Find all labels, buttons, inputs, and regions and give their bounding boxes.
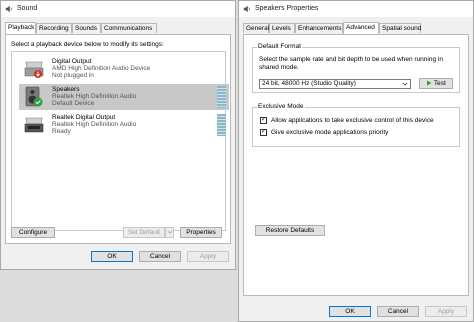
ok-button[interactable]: OK xyxy=(329,306,371,317)
sound-titlebar[interactable]: Sound xyxy=(1,1,235,17)
tab-levels[interactable]: Levels xyxy=(269,23,295,33)
speaker-icon xyxy=(243,5,250,13)
device-digital-output[interactable]: Digital Output AMD High Definition Audio… xyxy=(19,56,229,82)
device-name: Digital Output xyxy=(52,58,92,65)
test-button[interactable]: Test xyxy=(419,78,453,89)
exclusive-priority-label: Give exclusive mode applications priorit… xyxy=(271,129,389,136)
advanced-panel: Default Format Select the sample rate an… xyxy=(243,34,469,296)
play-icon xyxy=(427,80,432,86)
default-format-description: Select the sample rate and bit depth to … xyxy=(259,56,443,71)
tab-sounds[interactable]: Sounds xyxy=(72,23,101,33)
speakers-title: Speakers Properties xyxy=(255,5,319,12)
tab-advanced[interactable]: Advanced xyxy=(343,22,379,34)
tab-recording[interactable]: Recording xyxy=(36,23,72,33)
format-select[interactable]: 24 bit, 48000 Hz (Studio Quality) xyxy=(259,79,411,89)
set-default-dropdown[interactable] xyxy=(165,227,174,238)
restore-defaults-button[interactable]: Restore Defaults xyxy=(255,225,325,236)
set-default-button[interactable]: Set Default xyxy=(123,227,165,238)
device-status: Not plugged in xyxy=(52,72,94,79)
cancel-button[interactable]: Cancel xyxy=(139,251,181,262)
tab-general[interactable]: General xyxy=(243,23,269,33)
device-speakers[interactable]: Speakers Realtek High Definition Audio D… xyxy=(19,84,229,110)
sound-window: Sound Playback Recording Sounds Communic… xyxy=(0,0,236,270)
apply-button[interactable]: Apply xyxy=(425,306,467,317)
device-name: Realtek Digital Output xyxy=(52,114,116,121)
device-driver: AMD High Definition Audio Device xyxy=(52,65,151,72)
level-meter xyxy=(217,86,226,108)
speakers-titlebar[interactable]: Speakers Properties xyxy=(239,1,473,17)
tab-playback[interactable]: Playback xyxy=(5,22,36,34)
format-select-value: 24 bit, 48000 Hz (Studio Quality) xyxy=(262,80,356,87)
allow-exclusive-checkbox[interactable]: ✓ xyxy=(260,117,267,124)
tab-enhancements[interactable]: Enhancements xyxy=(295,23,343,33)
device-name: Speakers xyxy=(52,86,80,93)
device-driver: Realtek High Definition Audio xyxy=(52,121,137,128)
chevron-down-icon xyxy=(167,230,172,234)
allow-exclusive-label: Allow applications to take exclusive con… xyxy=(271,117,434,124)
default-format-title: Default Format xyxy=(257,43,302,50)
chevron-down-icon xyxy=(402,82,408,86)
tab-spatial-sound[interactable]: Spatial sound xyxy=(379,23,421,33)
playback-panel: Select a playback device below to modify… xyxy=(5,34,231,244)
device-status: Ready xyxy=(52,128,71,135)
cancel-button[interactable]: Cancel xyxy=(377,306,419,317)
exclusive-mode-title: Exclusive Mode xyxy=(257,103,305,110)
device-list[interactable]: Digital Output AMD High Definition Audio… xyxy=(11,51,229,231)
default-format-group: Default Format Select the sample rate an… xyxy=(252,43,460,93)
speaker-icon xyxy=(5,5,12,13)
playback-instruction: Select a playback device below to modify… xyxy=(11,41,164,48)
digital-output-icon xyxy=(24,61,44,78)
tab-communications[interactable]: Communications xyxy=(101,23,157,33)
test-label: Test xyxy=(433,80,446,87)
speakers-properties-window: Speakers Properties General Levels Enhan… xyxy=(238,0,474,322)
device-driver: Realtek High Definition Audio xyxy=(52,93,137,100)
device-realtek-digital-output[interactable]: Realtek Digital Output Realtek High Defi… xyxy=(19,112,229,138)
speakers-icon xyxy=(25,86,43,107)
ok-button[interactable]: OK xyxy=(91,251,133,262)
properties-button[interactable]: Properties xyxy=(180,227,222,238)
sound-title: Sound xyxy=(17,5,38,12)
level-meter xyxy=(217,114,226,136)
digital-output-icon xyxy=(24,117,44,133)
exclusive-mode-group: Exclusive Mode ✓ Allow applications to t… xyxy=(252,103,460,147)
exclusive-priority-checkbox[interactable]: ✓ xyxy=(260,129,267,136)
device-status: Default Device xyxy=(52,100,95,107)
apply-button[interactable]: Apply xyxy=(187,251,229,262)
configure-button[interactable]: Configure xyxy=(11,227,55,238)
